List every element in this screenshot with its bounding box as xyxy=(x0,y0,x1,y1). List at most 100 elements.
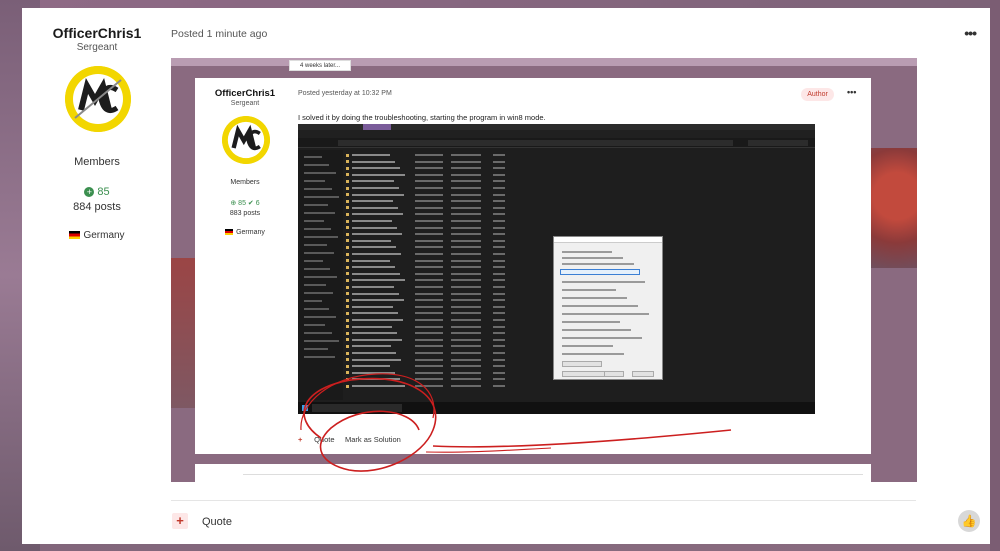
reputation-count: 85 xyxy=(97,186,110,198)
nav-item xyxy=(304,244,327,246)
file-column xyxy=(493,266,505,269)
taskbar-search xyxy=(312,404,402,412)
file-row xyxy=(352,220,392,222)
check-circle-icon: ✔ xyxy=(247,200,254,207)
screenshot-post-body: I solved it by doing the troubleshooting… xyxy=(298,113,546,122)
file-row xyxy=(352,338,402,341)
nav-item xyxy=(304,324,325,326)
screenshot-timestamp: Posted yesterday at 10:32 PM xyxy=(298,90,392,97)
file-column xyxy=(415,371,443,374)
post-options-button[interactable]: ••• xyxy=(964,25,977,41)
file-column xyxy=(493,187,505,189)
file-column xyxy=(415,279,443,282)
screenshot-bg-strip xyxy=(171,58,917,66)
nav-item xyxy=(304,300,322,302)
screenshot-author-rank: Sergeant xyxy=(230,100,260,107)
file-icon xyxy=(346,252,349,256)
file-column xyxy=(451,246,481,249)
file-column xyxy=(451,154,481,156)
file-icon xyxy=(346,193,349,197)
avatar[interactable] xyxy=(65,66,131,132)
file-column xyxy=(493,213,505,216)
file-column xyxy=(415,378,443,381)
file-column xyxy=(451,239,481,242)
screenshot-quote-label: Quote xyxy=(314,435,335,444)
dialog-text xyxy=(562,289,616,291)
file-column xyxy=(451,312,481,315)
screenshot-author-name: OfficerChris1 xyxy=(214,88,276,99)
windows-explorer-screenshot xyxy=(298,124,815,414)
file-icon xyxy=(346,239,349,243)
file-row xyxy=(352,385,405,387)
navigation-pane xyxy=(298,150,343,400)
file-icon xyxy=(346,272,349,276)
file-row xyxy=(352,279,405,282)
plus-icon[interactable]: + xyxy=(172,513,188,529)
file-column xyxy=(493,312,505,315)
nav-item xyxy=(304,260,323,262)
attached-screenshot[interactable]: 4 weeks later... OfficerChris1 Sergeant … xyxy=(171,58,917,482)
address-box xyxy=(338,140,733,146)
file-column xyxy=(451,332,481,335)
file-column xyxy=(415,180,443,183)
author-group: Members xyxy=(74,156,120,168)
file-icon xyxy=(346,199,349,203)
file-column xyxy=(415,220,443,222)
file-column xyxy=(451,160,481,163)
plus-circle-icon: + xyxy=(84,187,95,198)
file-icon xyxy=(346,245,349,249)
file-column xyxy=(415,325,443,328)
background-decoration xyxy=(867,148,917,268)
screenshot-country-label: Germany xyxy=(236,229,265,236)
file-column xyxy=(451,352,481,354)
file-row xyxy=(352,266,395,269)
file-row xyxy=(352,154,390,156)
file-row xyxy=(352,187,399,189)
file-column xyxy=(415,365,443,368)
file-row xyxy=(352,305,393,308)
file-column xyxy=(415,160,443,163)
file-icon xyxy=(346,219,349,223)
nav-item xyxy=(304,236,338,238)
file-column xyxy=(415,154,443,156)
file-icon xyxy=(346,160,349,164)
screenshot-post-card: OfficerChris1 Sergeant Members ⊕ 85 ✔ 6 … xyxy=(195,78,871,454)
file-column xyxy=(415,332,443,335)
file-column xyxy=(451,325,481,328)
file-column xyxy=(415,187,443,189)
file-column xyxy=(493,239,505,242)
dialog-text xyxy=(562,345,613,347)
file-column xyxy=(493,180,505,183)
dialog-button xyxy=(632,371,654,377)
screenshot-avatar xyxy=(222,116,270,164)
file-column xyxy=(493,371,505,374)
forum-post: OfficerChris1 Sergeant Members +85 884 p… xyxy=(22,8,990,544)
dialog-text xyxy=(562,313,649,315)
file-column xyxy=(493,345,505,348)
post-timestamp[interactable]: Posted 1 minute ago xyxy=(171,28,267,40)
file-row xyxy=(352,319,403,321)
file-icon xyxy=(346,173,349,177)
file-column xyxy=(415,193,443,196)
thumbs-up-icon[interactable]: 👍 xyxy=(958,510,980,532)
file-column xyxy=(493,272,505,275)
author-rank: Sergeant xyxy=(76,42,118,53)
window-ribbon xyxy=(298,130,815,138)
nav-item xyxy=(304,332,332,334)
dialog-text xyxy=(562,353,624,355)
nav-item xyxy=(304,188,332,190)
nav-item xyxy=(304,172,336,174)
file-column xyxy=(493,358,505,361)
quote-button[interactable]: Quote xyxy=(202,516,232,528)
file-icon xyxy=(346,285,349,289)
file-column xyxy=(415,292,443,295)
file-column xyxy=(451,259,481,262)
post-count: 884 posts xyxy=(73,201,121,213)
file-column xyxy=(451,272,481,275)
author-name[interactable]: OfficerChris1 xyxy=(22,25,172,41)
file-row xyxy=(352,299,404,302)
nav-item xyxy=(304,220,324,222)
author-country: Germany xyxy=(22,230,172,241)
file-column xyxy=(493,325,505,328)
file-row xyxy=(352,226,397,229)
